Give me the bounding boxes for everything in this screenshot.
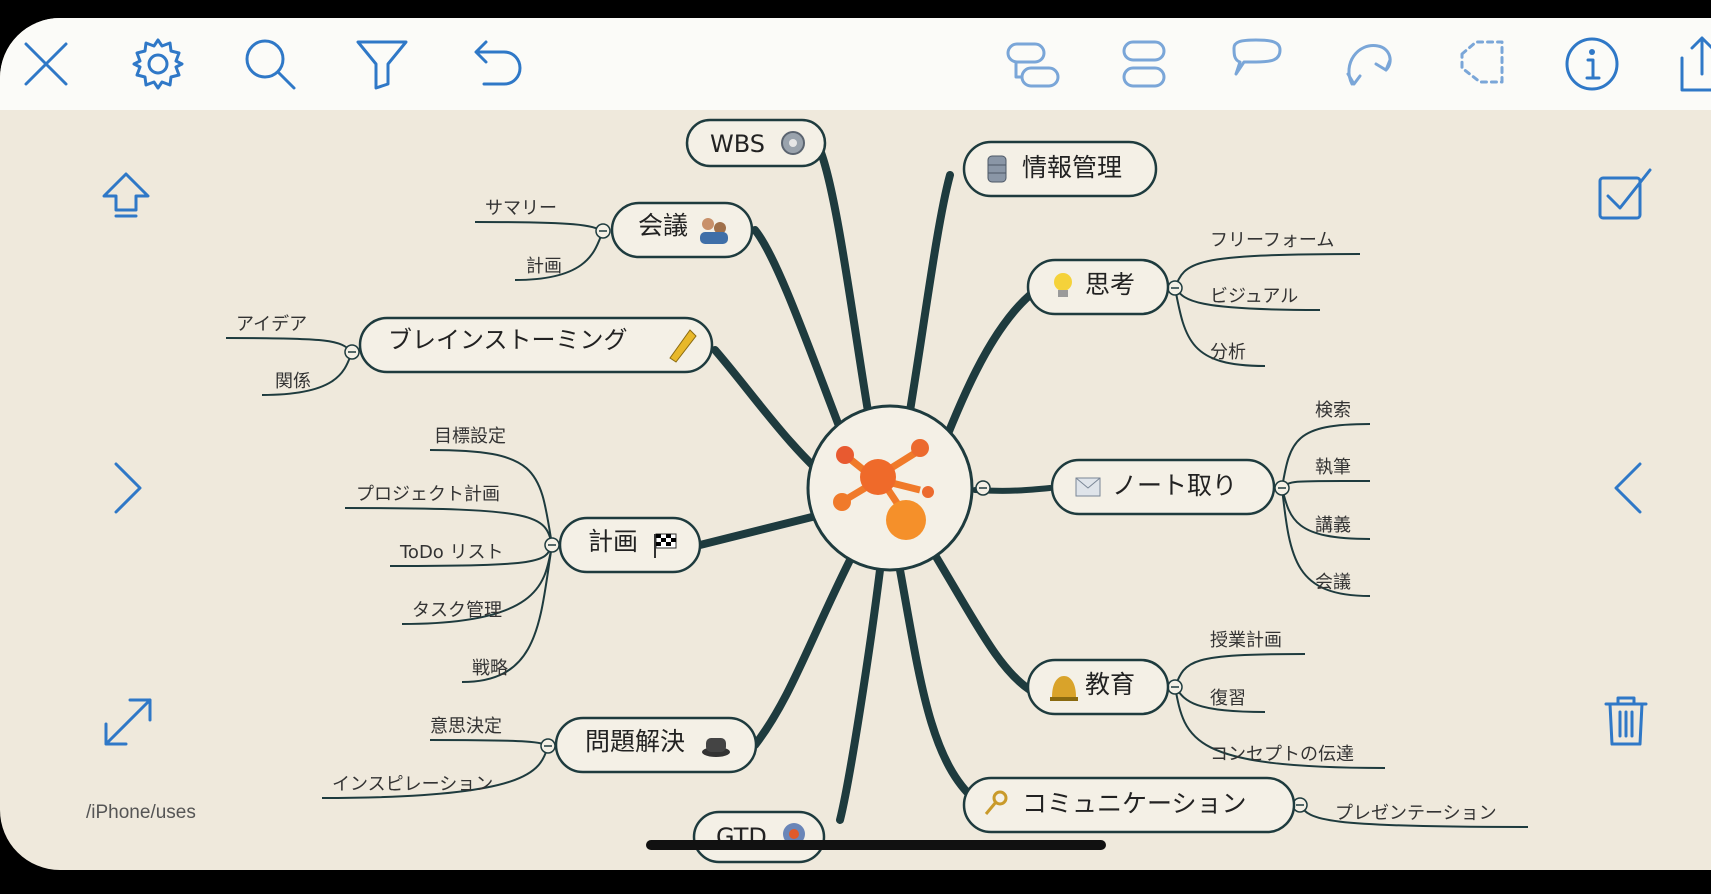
leaf-label[interactable]: ToDo リスト <box>399 542 504 563</box>
leaf-label[interactable]: 会議 <box>1315 572 1351 593</box>
leaf-label[interactable]: 目標設定 <box>434 426 506 447</box>
close-icon[interactable] <box>14 32 78 96</box>
top-toolbar <box>0 18 1711 110</box>
add-child-topic-icon[interactable] <box>1000 32 1064 96</box>
up-arrow-icon[interactable] <box>96 166 156 226</box>
mind-map-canvas[interactable]: WBS 会議 ブレインストーミング 計画 問題解決 GTD 情報管理 思考 ノー… <box>0 18 1711 870</box>
branch-problem <box>751 556 854 749</box>
leaf-label[interactable]: 意思決定 <box>430 716 502 737</box>
central-topic[interactable] <box>806 404 974 572</box>
leaf-label[interactable]: 執筆 <box>1315 457 1351 478</box>
branch-gtd <box>836 566 884 824</box>
chevron-right-icon[interactable] <box>98 458 158 518</box>
branch-plan <box>696 511 824 549</box>
trash-icon[interactable] <box>1596 690 1656 750</box>
gear-icon <box>781 131 805 155</box>
relationship-icon[interactable] <box>1336 32 1400 96</box>
topic-label-thinking: 思考 <box>1085 270 1135 299</box>
leaf-label[interactable]: 授業計画 <box>1210 630 1282 651</box>
topic-label-notes: ノート取り <box>1112 471 1237 500</box>
branch-education <box>931 551 1034 694</box>
app-screen: WBS 会議 ブレインストーミング 計画 問題解決 GTD 情報管理 思考 ノー… <box>0 18 1711 870</box>
leaf-label[interactable]: 計画 <box>526 256 562 277</box>
topic-label-plan: 計画 <box>588 527 638 556</box>
topic-label-info: 情報管理 <box>1022 153 1122 182</box>
leaf-label[interactable]: 関係 <box>275 371 311 392</box>
add-sibling-topic-icon[interactable] <box>1112 32 1176 96</box>
chevron-left-icon[interactable] <box>1598 458 1658 518</box>
leaf-label[interactable]: プレゼンテーション <box>1335 803 1497 824</box>
filter-icon[interactable] <box>350 32 414 96</box>
undo-icon[interactable] <box>462 32 526 96</box>
leaf-label[interactable]: コンセプトの伝達 <box>1210 744 1354 765</box>
share-icon[interactable] <box>1672 32 1711 96</box>
topic-label-education: 教育 <box>1085 670 1135 699</box>
path-label: /iPhone/uses <box>86 802 196 823</box>
topic-label-meeting: 会議 <box>638 211 688 240</box>
leaf-label[interactable]: プロジェクト計画 <box>356 484 500 505</box>
leaf-label[interactable]: タスク管理 <box>412 600 502 621</box>
topic-label-problem: 問題解決 <box>585 727 685 756</box>
checkbox-icon[interactable] <box>1594 164 1654 224</box>
database-icon <box>987 155 1007 183</box>
leaf-label[interactable]: 講義 <box>1315 515 1351 536</box>
topic-label-communication: コミュニケーション <box>1022 789 1247 818</box>
topic-label-brainstorm: ブレインストーミング <box>388 326 628 354</box>
boundary-icon[interactable] <box>1448 32 1512 96</box>
leaf-label[interactable]: ビジュアル <box>1210 286 1298 307</box>
envelope-icon <box>1075 477 1101 497</box>
leaf-label[interactable]: フリーフォーム <box>1210 230 1334 251</box>
expand-icon[interactable] <box>98 692 158 752</box>
search-icon[interactable] <box>238 32 302 96</box>
leaf-label[interactable]: アイデア <box>236 314 307 335</box>
leaf-label[interactable]: インスピレーション <box>332 774 493 795</box>
leaf-label[interactable]: サマリー <box>485 198 557 219</box>
leaf-label[interactable]: 戦略 <box>472 658 508 679</box>
leaf-label[interactable]: 検索 <box>1315 400 1351 421</box>
home-indicator[interactable] <box>646 840 1106 850</box>
callout-icon[interactable] <box>1224 32 1288 96</box>
topic-label-wbs: WBS <box>710 130 765 158</box>
info-icon[interactable] <box>1560 32 1624 96</box>
leaf-label[interactable]: 分析 <box>1210 342 1246 363</box>
leaf-label[interactable]: 復習 <box>1210 688 1246 709</box>
gear-icon[interactable] <box>126 32 190 96</box>
